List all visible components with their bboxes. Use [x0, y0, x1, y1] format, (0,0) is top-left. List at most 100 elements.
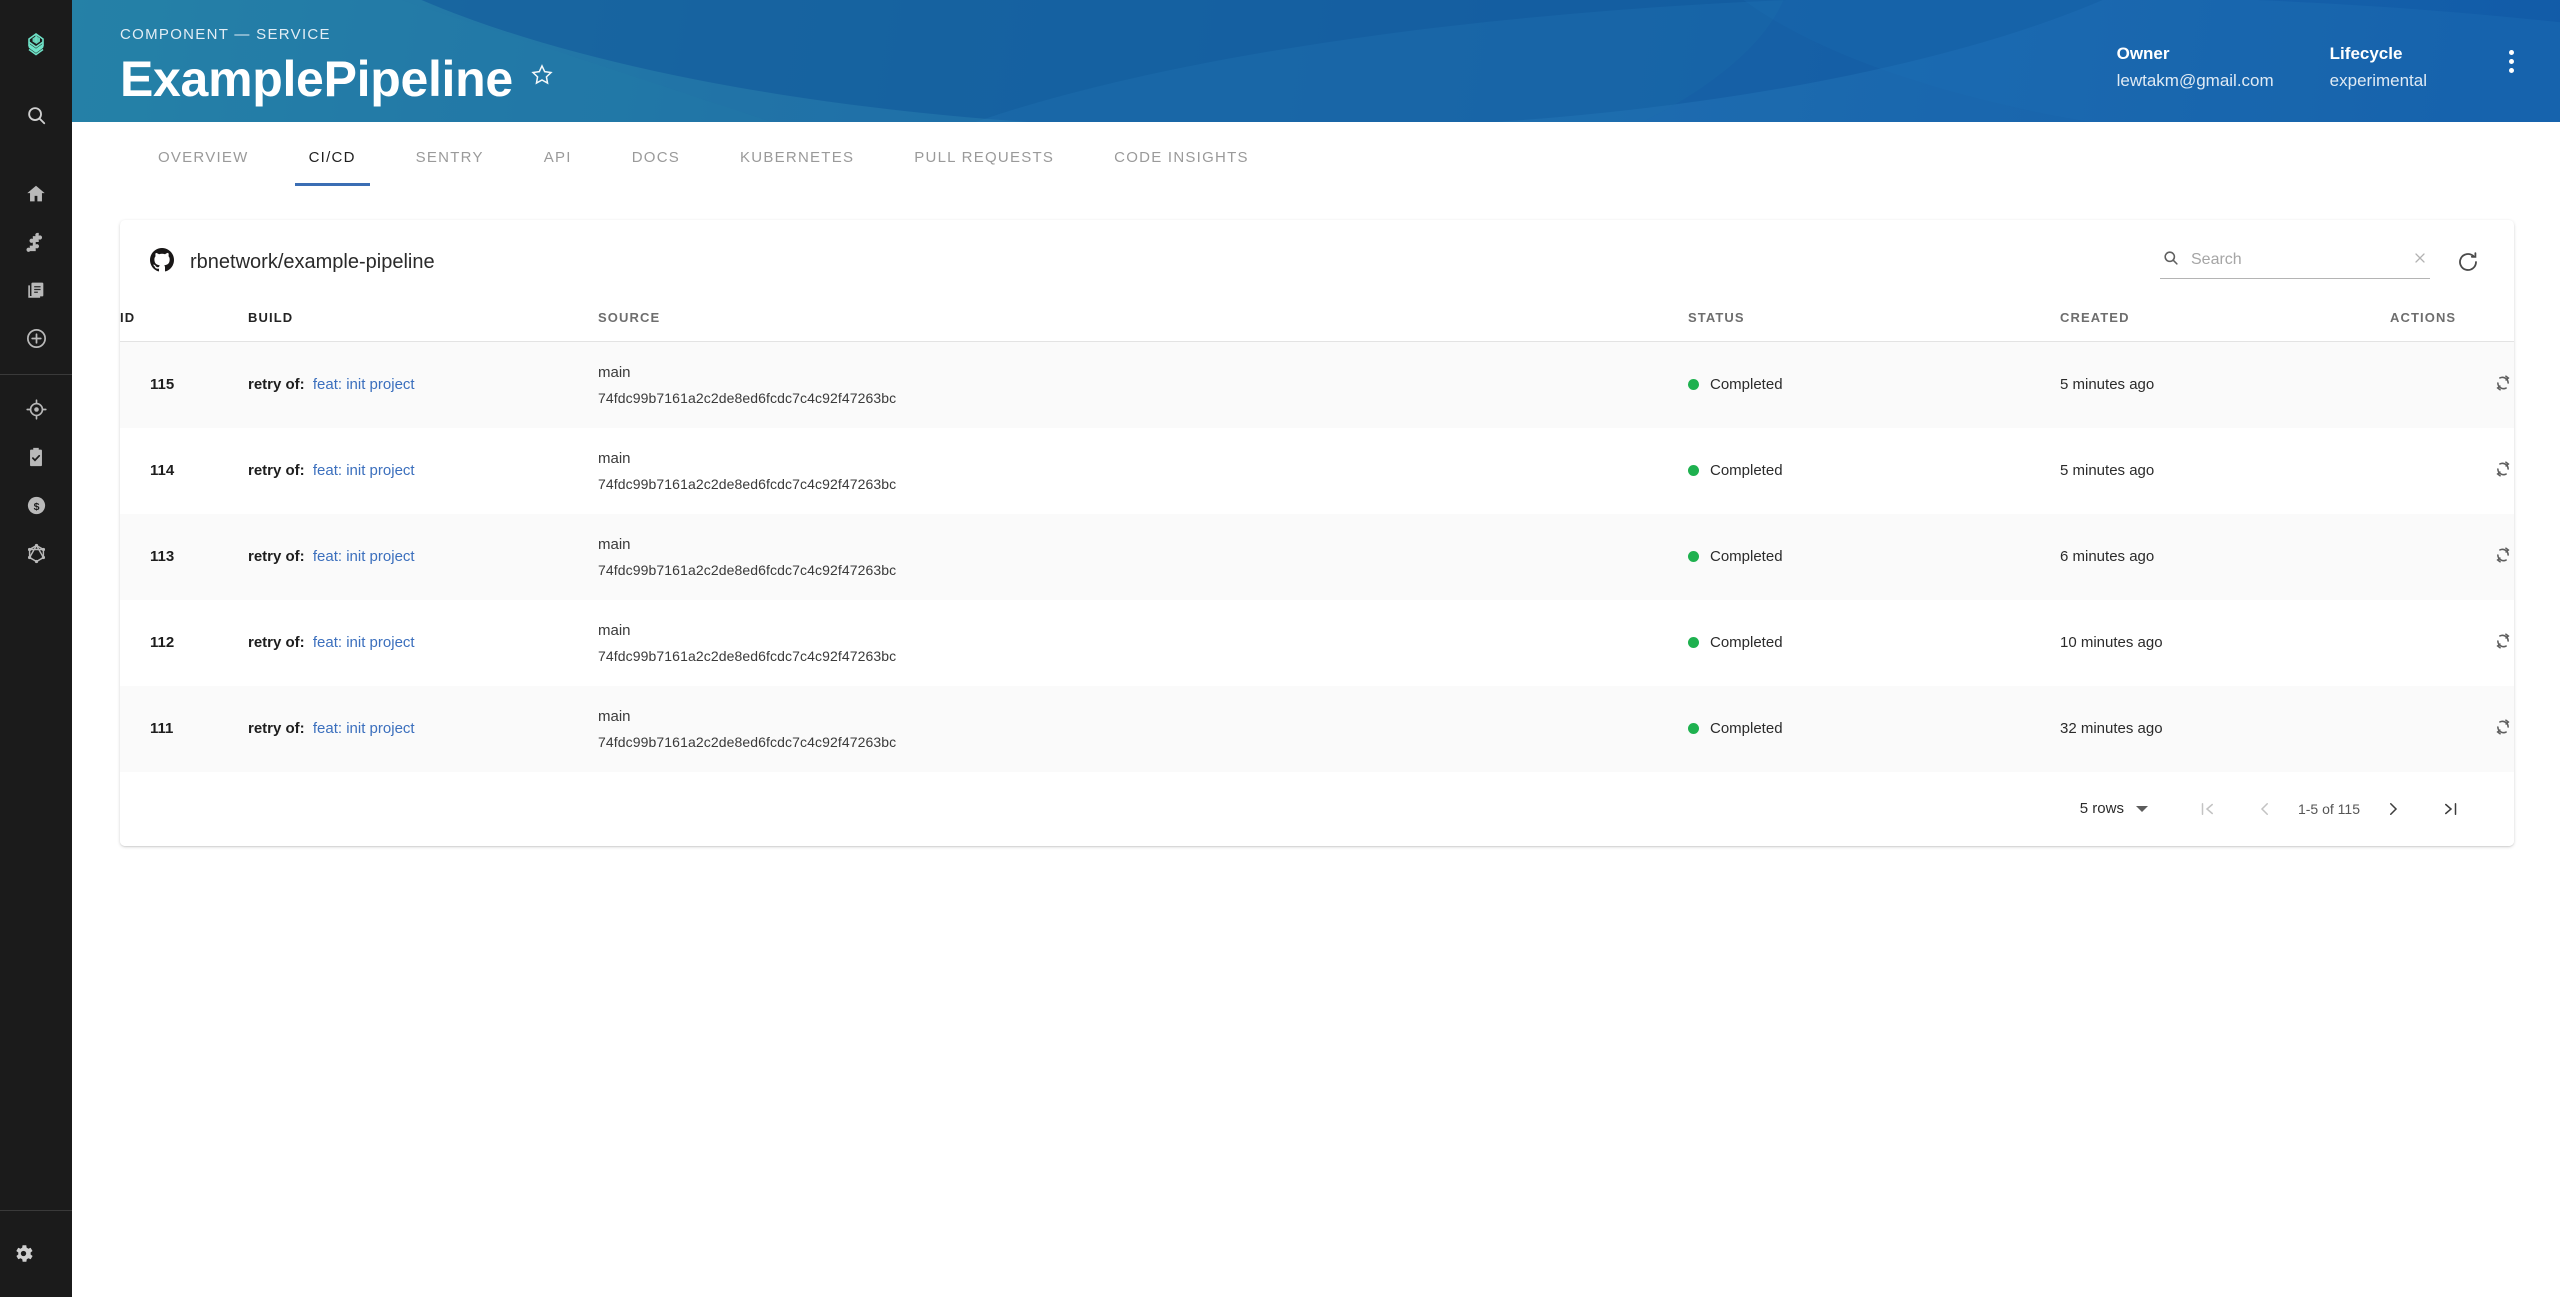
build-id: 112: [150, 634, 175, 651]
build-prefix: retry of:: [248, 720, 305, 737]
sidebar-item-home[interactable]: [13, 170, 59, 218]
kebab-menu-icon[interactable]: [2509, 44, 2514, 73]
table-pagination: 5 rows 1-5 of 115: [120, 771, 2514, 846]
sidebar-item-cost-insights[interactable]: $: [13, 481, 59, 529]
column-header-actions: ACTIONS: [2390, 304, 2514, 342]
table-row[interactable]: 112 retry of: feat: init project main 74…: [120, 599, 2514, 686]
build-link[interactable]: feat: init project: [313, 634, 415, 651]
lifecycle-value: experimental: [2329, 71, 2427, 90]
sidebar-item-docs[interactable]: [13, 266, 59, 314]
close-icon[interactable]: [2412, 250, 2428, 271]
retry-icon[interactable]: [2492, 458, 2514, 480]
builds-table-body: 115 retry of: feat: init project main 74…: [120, 341, 2514, 772]
table-row[interactable]: 114 retry of: feat: init project main 74…: [120, 427, 2514, 514]
source-branch: main: [598, 535, 631, 553]
tab-sentry[interactable]: SENTRY: [416, 127, 484, 186]
global-sidebar: $: [0, 0, 72, 1297]
main-area: COMPONENT — SERVICE ExamplePipeline Owne…: [72, 0, 2560, 1297]
refresh-icon[interactable]: [2456, 250, 2480, 274]
table-header-row: ID BUILD SOURCE STATUS CREATED ACTIONS: [120, 304, 2514, 342]
build-link[interactable]: feat: init project: [313, 376, 415, 393]
backstage-logo-icon[interactable]: [13, 22, 59, 68]
table-row[interactable]: 113 retry of: feat: init project main 74…: [120, 513, 2514, 600]
sidebar-item-graphiql[interactable]: [13, 529, 59, 577]
retry-icon[interactable]: [2492, 716, 2514, 738]
sidebar-item-create[interactable]: [13, 314, 59, 362]
prev-page-button[interactable]: [2236, 800, 2294, 818]
sidebar-search-icon[interactable]: [13, 92, 59, 138]
page-title: ExamplePipeline: [120, 51, 513, 107]
retry-icon[interactable]: [2492, 372, 2514, 394]
builds-card-header: rbnetwork/example-pipeline: [120, 220, 2514, 304]
sidebar-divider: [0, 374, 72, 375]
owner-block: Owner lewtakm@gmail.com: [2117, 44, 2274, 91]
entity-identity: COMPONENT — SERVICE ExamplePipeline: [120, 24, 555, 106]
source-commit-sha: 74fdc99b7161a2c2de8ed6fcdc7c4c92f47263bc: [598, 389, 897, 406]
rows-per-page-select[interactable]: 5 rows: [2080, 800, 2148, 817]
sidebar-primary-group: $: [0, 170, 72, 577]
created-time: 5 minutes ago: [2060, 376, 2155, 394]
sidebar-item-settings[interactable]: [0, 1229, 46, 1277]
builds-toolbar: [2160, 245, 2480, 279]
table-row[interactable]: 111 retry of: feat: init project main 74…: [120, 685, 2514, 772]
created-time: 6 minutes ago: [2060, 548, 2155, 565]
owner-value[interactable]: lewtakm@gmail.com: [2117, 71, 2274, 91]
status-badge: Completed: [1688, 376, 2060, 393]
source-commit-sha: 74fdc99b7161a2c2de8ed6fcdc7c4c92f47263bc: [598, 561, 897, 578]
status-badge: Completed: [1688, 462, 2060, 479]
last-page-button[interactable]: [2422, 800, 2480, 818]
status-dot-icon: [1688, 637, 1699, 648]
breadcrumb: COMPONENT — SERVICE: [120, 26, 331, 43]
sidebar-item-tech-radar[interactable]: [13, 385, 59, 433]
sidebar-item-tech-insights[interactable]: [13, 433, 59, 481]
tab-pull-requests[interactable]: PULL REQUESTS: [914, 127, 1054, 186]
search-input[interactable]: [2191, 251, 2400, 269]
repo-title: rbnetwork/example-pipeline: [150, 247, 435, 277]
owner-label: Owner: [2116, 44, 2170, 63]
sidebar-bottom-divider: [0, 1210, 72, 1211]
svg-text:$: $: [33, 500, 39, 512]
tab-kubernetes[interactable]: KUBERNETES: [740, 127, 854, 186]
first-page-button[interactable]: [2178, 800, 2236, 818]
builds-card: rbnetwork/example-pipeline Search ID BUI…: [120, 220, 2514, 846]
status-label: Completed: [1710, 548, 1783, 565]
lifecycle-label: Lifecycle: [2329, 44, 2403, 63]
tab-code-insights[interactable]: CODE INSIGHTS: [1114, 127, 1249, 186]
source-branch: main: [598, 707, 631, 725]
column-header-build[interactable]: BUILD: [248, 304, 598, 342]
build-id: 111: [150, 720, 174, 737]
builds-table-head: ID BUILD SOURCE STATUS CREATED ACTIONS: [120, 304, 2514, 342]
created-time: 10 minutes ago: [2060, 634, 2163, 651]
retry-icon[interactable]: [2492, 544, 2514, 566]
created-time: 32 minutes ago: [2060, 720, 2163, 737]
tab-ci-cd[interactable]: CI/CD: [294, 127, 370, 186]
build-link[interactable]: feat: init project: [313, 548, 415, 565]
entity-meta: Owner lewtakm@gmail.com Lifecycle experi…: [2117, 24, 2514, 91]
column-header-id[interactable]: ID: [120, 304, 248, 342]
lifecycle-block: Lifecycle experimental: [2330, 44, 2427, 91]
star-outline-icon[interactable]: [529, 62, 555, 97]
created-time: 5 minutes ago: [2060, 462, 2155, 479]
status-dot-icon: [1688, 465, 1699, 476]
search-icon: [2162, 249, 2179, 271]
column-header-source[interactable]: SOURCE: [598, 304, 1688, 342]
column-header-status[interactable]: STATUS: [1688, 304, 2060, 342]
sidebar-bottom-group: [0, 1210, 72, 1297]
column-header-created[interactable]: CREATED: [2060, 304, 2390, 342]
table-row[interactable]: 115 retry of: feat: init project main 74…: [120, 341, 2514, 428]
build-link[interactable]: feat: init project: [313, 720, 415, 737]
pagination-range: 1-5 of 115: [2297, 800, 2360, 817]
build-id: 113: [150, 548, 175, 565]
kebab-dot: [2509, 59, 2514, 64]
build-link[interactable]: feat: init project: [313, 462, 415, 479]
sidebar-item-plugins[interactable]: [13, 218, 59, 266]
retry-icon[interactable]: [2492, 630, 2514, 652]
tab-api[interactable]: API: [544, 127, 572, 186]
app-root: $ COMPONENT — SERVICE ExamplePipeline Ow…: [0, 0, 2560, 1297]
tab-overview[interactable]: OVERVIEW: [158, 127, 249, 186]
search-field[interactable]: [2160, 245, 2430, 279]
source-commit-sha: 74fdc99b7161a2c2de8ed6fcdc7c4c92f47263bc: [598, 475, 897, 492]
status-badge: Completed: [1688, 720, 2060, 737]
tab-docs[interactable]: DOCS: [632, 127, 680, 186]
next-page-button[interactable]: [2364, 800, 2422, 818]
